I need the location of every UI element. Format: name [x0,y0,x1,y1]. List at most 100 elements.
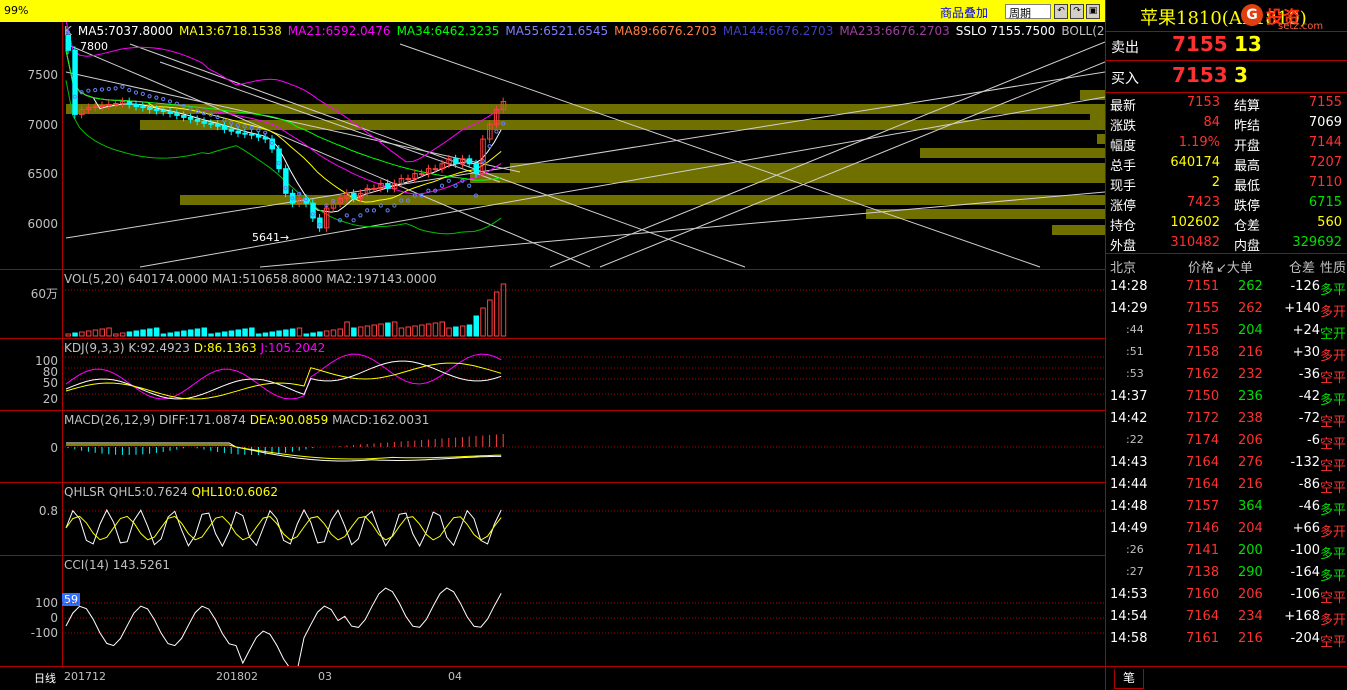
tick-row[interactable]: :53 7162 232 -36 空平 [1106,364,1347,386]
tick-volume: 216 [1238,631,1263,646]
tick-volume: 262 [1238,301,1263,316]
candle-body [405,178,411,181]
undo-icon[interactable]: ↶ [1054,4,1068,19]
trading-terminal: 99% 商品叠加 周期 ↶ ↷ ▣ K MA5:7037.8000 MA13:671… [0,0,1347,690]
tick-row[interactable]: 14:53 7160 206 -106 空平 [1106,584,1347,606]
stat-value: 7207 [1308,155,1342,170]
bid-price: 7153 [1172,63,1228,87]
ask-row[interactable]: 卖出 7155 13 [1106,30,1347,60]
tick-row[interactable]: 14:43 7164 276 -132 空平 [1106,452,1347,474]
volume-bar [85,330,92,337]
tick-time: 14:28 [1110,279,1148,294]
candle-body [167,110,173,114]
tick-row[interactable]: :51 7158 216 +30 多开 [1106,342,1347,364]
macd-chart[interactable] [0,411,1105,483]
sar-dot [93,88,98,93]
tick-volume: 216 [1238,477,1263,492]
candle-body [262,136,269,140]
kdj-panel[interactable]: KDJ(9,3,3) K:92.4923 D:86.1363 J:105.204… [0,338,1105,410]
candle-body [99,105,105,108]
tick-row[interactable]: :26 7141 200 -100 多平 [1106,540,1347,562]
zoom-level: 99% [4,4,29,17]
candle-body [453,158,459,165]
tick-row[interactable]: :44 7155 204 +24 空开 [1106,320,1347,342]
chart-area[interactable]: K MA5:7037.8000 MA13:6718.1538 MA21:6592.04… [0,22,1192,690]
volume-bar [215,332,221,337]
candle-body [133,104,139,108]
sar-dot [147,94,152,99]
tick-price: 7164 [1186,477,1220,492]
macd-panel[interactable]: MACD(26,12,9) DIFF:171.0874 DEA:90.0859 … [0,410,1105,482]
tick-row[interactable]: 14:58 7161 216 -204 空平 [1106,628,1347,650]
volume-bar [419,324,425,337]
tick-oi-change: +140 [1284,301,1320,316]
kdj-chart[interactable] [0,339,1105,411]
tick-row[interactable]: 14:48 7157 364 -46 多平 [1106,496,1347,518]
tick-time: 14:37 [1110,389,1148,404]
kline-chart[interactable]: 7800 5641→ [0,22,1105,269]
stat-value: 310482 [1170,235,1220,250]
kline-panel[interactable]: K MA5:7037.8000 MA13:6718.1538 MA21:6592.04… [0,22,1192,269]
candle-body [371,187,377,190]
sar-dot [378,203,383,208]
tick-row[interactable]: 14:28 7151 262 -126 多平 [1106,276,1347,298]
candle-body [351,192,357,199]
tick-time: 14:54 [1110,609,1148,624]
tick-time: 14:53 [1110,587,1148,602]
cci-chart[interactable] [0,556,1105,667]
tick-price: 7172 [1186,411,1220,426]
volume-bar [493,291,500,337]
candle-body [201,120,207,124]
period-label[interactable]: 日线 [34,670,56,686]
bid-row[interactable]: 买入 7153 3 [1106,60,1347,90]
x-tick: 04 [448,670,462,683]
high-marker: 7800 [80,40,108,53]
tick-row[interactable]: 14:54 7164 234 +168 多开 [1106,606,1347,628]
tick-row[interactable]: :27 7138 290 -164 多平 [1106,562,1347,584]
period-selector[interactable]: 周期 [1005,4,1051,20]
tick-row[interactable]: 14:29 7155 262 +140 多开 [1106,298,1347,320]
stat-value: 7153 [1186,95,1220,110]
volume-profile-bar [470,173,1105,183]
tick-row[interactable]: 14:44 7164 216 -86 空平 [1106,474,1347,496]
volume-profile-bar [1080,90,1105,100]
sar-dot [392,203,397,208]
quote-sidebar: 苹果1810(AP1810) G 投资 setz.com 卖出 7155 13 … [1105,0,1347,690]
candle-body [228,128,235,132]
candle-body [249,133,255,136]
commodity-overlay-link[interactable]: 商品叠加 [940,4,988,21]
volume-profile-bar [920,148,1105,158]
volume-chart[interactable] [0,270,1105,339]
tick-price: 7164 [1186,455,1220,470]
tick-row[interactable]: 14:37 7150 236 -42 多平 [1106,386,1347,408]
tick-row[interactable]: 14:42 7172 238 -72 空平 [1106,408,1347,430]
macd-diff-line [66,442,502,462]
candle-body [215,123,221,127]
tick-type: 多开 [1320,613,1347,628]
qhlsr-panel[interactable]: QHLSR QHL5:0.7624 QHL10:0.6062 0.8 [0,482,1105,555]
volume-bar [147,328,153,337]
tick-volume: 204 [1238,323,1263,338]
qhlsr-chart[interactable] [0,483,1105,556]
volume-profile-bar [1052,225,1105,235]
cci-panel[interactable]: CCI(14) 143.5261 100 0 -100 59 [0,555,1105,667]
volume-bar [323,330,330,337]
stat-value: 640174 [1170,155,1220,170]
tick-row[interactable]: 14:49 7146 204 +66 多开 [1106,518,1347,540]
tick-row[interactable]: :22 7174 206 -6 空平 [1106,430,1347,452]
volume-bar [459,325,466,337]
sar-dot [365,208,370,213]
cci-line [65,587,502,667]
tab-trades[interactable]: 笔 [1114,669,1144,689]
volume-bar [242,328,248,337]
tick-list[interactable]: 北京 价格 ↙大单 仓差 性质 14:28 7151 262 -126 多平 14:29 … [1106,253,1347,663]
tick-type: 多平 [1320,503,1347,518]
tick-time: 14:43 [1110,455,1148,470]
volume-bar [269,331,275,337]
layout-icon[interactable]: ▣ [1086,4,1100,19]
candle-body [147,106,153,110]
redo-icon[interactable]: ↷ [1070,4,1084,19]
volume-panel[interactable]: VOL(5,20) 640174.0000 MA1:510658.8000 MA… [0,269,1105,338]
volume-profile-bar [510,163,1105,173]
tick-price: 7160 [1186,587,1220,602]
